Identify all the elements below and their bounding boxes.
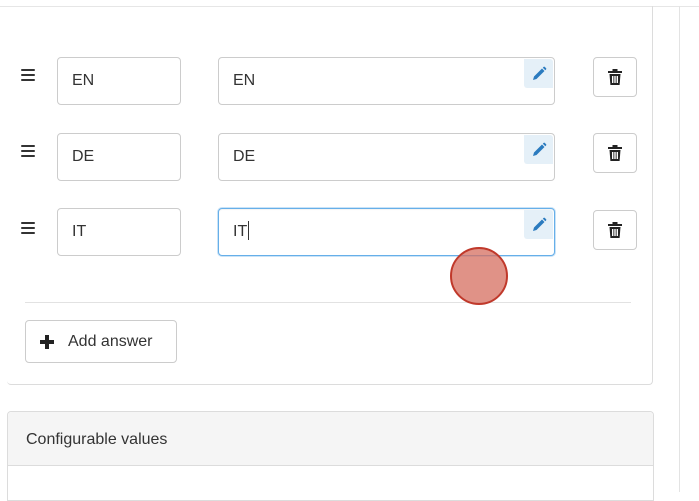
edit-translation-button[interactable] xyxy=(524,135,553,164)
edit-translation-button[interactable] xyxy=(524,210,553,239)
trash-icon xyxy=(608,69,622,85)
configurable-values-panel: Configurable values xyxy=(7,411,654,501)
drag-handle-icon[interactable] xyxy=(21,69,35,81)
answer-label-value: IT xyxy=(233,223,248,240)
answer-label-input[interactable]: DE xyxy=(218,133,555,181)
answer-code-input[interactable]: IT xyxy=(57,208,181,256)
trash-icon xyxy=(608,222,622,238)
plus-icon xyxy=(40,334,54,349)
answer-code-input[interactable]: EN xyxy=(57,57,181,105)
answer-label-value: EN xyxy=(233,72,256,89)
add-answer-label: Add answer xyxy=(68,332,153,350)
click-indicator xyxy=(450,247,508,305)
add-answer-button[interactable]: Add answer xyxy=(25,320,177,363)
answer-row-2: DE DE xyxy=(0,133,699,181)
delete-answer-button[interactable] xyxy=(593,133,637,173)
delete-answer-button[interactable] xyxy=(593,210,637,250)
answer-label-input[interactable]: IT xyxy=(218,208,555,256)
configurable-values-header[interactable]: Configurable values xyxy=(8,412,653,466)
configurable-values-title: Configurable values xyxy=(26,431,168,448)
text-caret xyxy=(248,220,250,240)
answer-row-3: IT IT xyxy=(0,208,699,256)
answer-label-input[interactable]: EN xyxy=(218,57,555,105)
section-divider xyxy=(25,302,631,303)
answer-code-input[interactable]: DE xyxy=(57,133,181,181)
delete-answer-button[interactable] xyxy=(593,57,637,97)
answer-row-1: EN EN xyxy=(0,57,699,105)
pencil-icon xyxy=(532,217,546,231)
trash-icon xyxy=(608,145,622,161)
pencil-icon xyxy=(532,66,546,80)
drag-handle-icon[interactable] xyxy=(21,222,35,234)
edit-translation-button[interactable] xyxy=(524,59,553,88)
pencil-icon xyxy=(532,142,546,156)
answer-label-value: DE xyxy=(233,148,256,165)
drag-handle-icon[interactable] xyxy=(21,145,35,157)
